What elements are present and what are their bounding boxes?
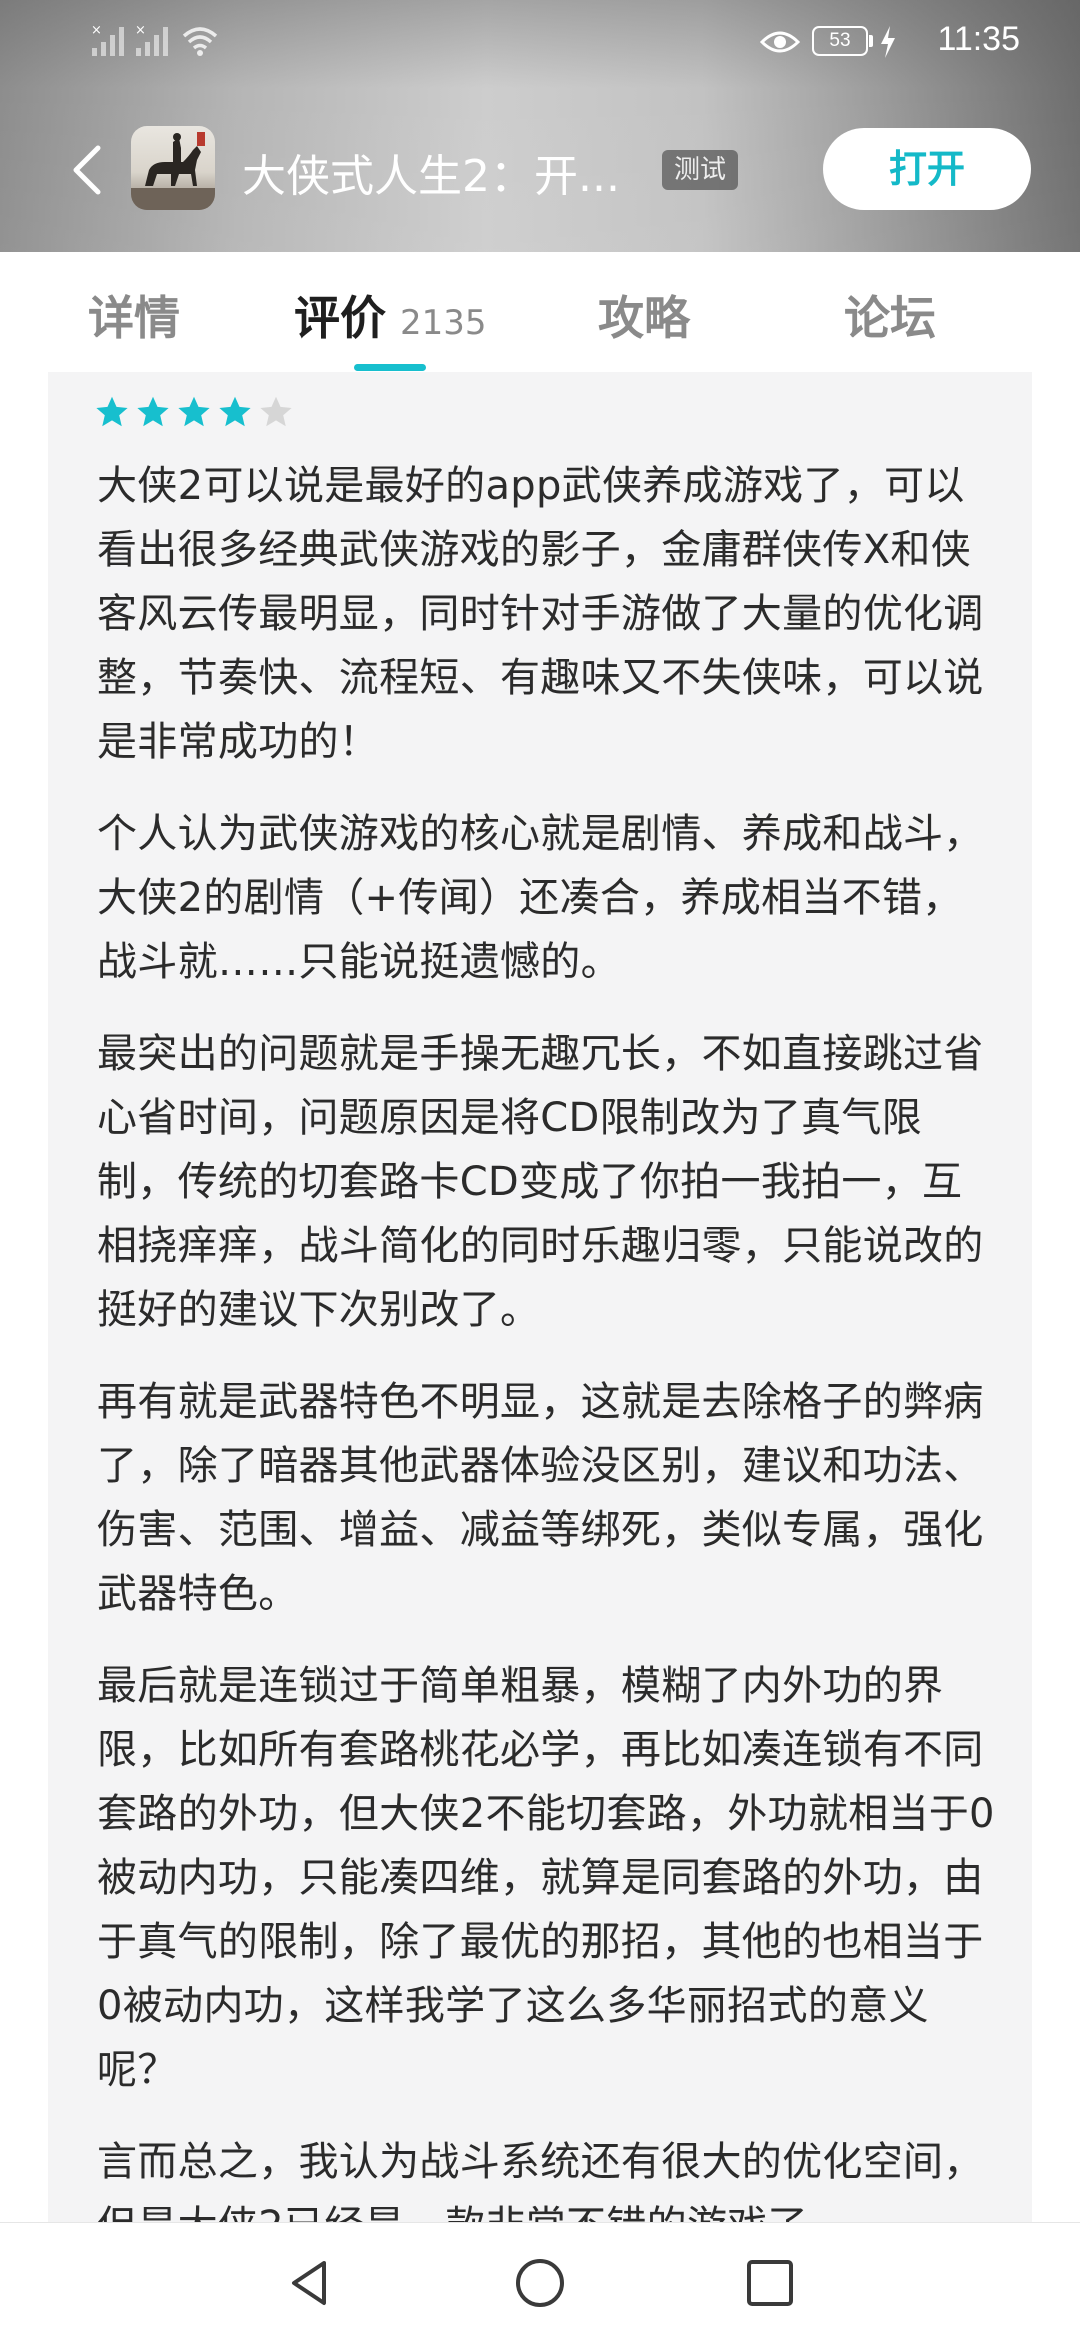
review-paragraph: 最突出的问题就是手操无趣冗长，不如直接跳过省心省时间，问题原因是将CD限制改为了…	[97, 1031, 984, 1333]
review-paragraph: 最后就是连锁过于简单粗暴，模糊了内外功的界限，比如所有套路桃花必学，再比如凑连锁…	[97, 1663, 995, 2093]
battery-level: 53	[829, 30, 851, 51]
tab-guides[interactable]: 攻略	[598, 282, 690, 348]
back-triangle-icon[interactable]	[284, 2257, 336, 2309]
app-icon[interactable]	[131, 126, 215, 210]
review-paragraph: 再有就是武器特色不明显，这就是去除格子的弊病了，除了暗器其他武器体验没区别，建议…	[97, 1379, 984, 1617]
tab-label: 详情	[88, 291, 180, 345]
active-tab-indicator	[354, 364, 426, 371]
horse-rider-icon	[131, 132, 215, 210]
star-filled-icon	[96, 396, 128, 427]
review-card[interactable]: 大侠2可以说是最好的app武侠养成游戏了，可以看出很多经典武侠游戏的影子，金庸群…	[48, 372, 1032, 2222]
tab-label: 论坛	[844, 291, 936, 345]
status-bar: × × 53 11:35	[0, 0, 1080, 86]
tab-label: 攻略	[598, 291, 690, 345]
clock: 11:35	[937, 20, 1020, 58]
app-header: × × 53 11:35 大侠式人生2：开... 测试 打开	[0, 0, 1080, 252]
signal-icon: ×	[91, 23, 124, 56]
app-title: 大侠式人生2：开...	[242, 151, 620, 200]
test-badge: 测试	[662, 150, 739, 190]
review-paragraph: 个人认为武侠游戏的核心就是剧情、养成和战斗，大侠2的剧情（+传闻）还凑合，养成相…	[97, 811, 984, 985]
review-body: 大侠2可以说是最好的app武侠养成游戏了，可以看出很多经典武侠游戏的影子，金庸群…	[97, 454, 997, 2222]
battery-icon: 53	[812, 26, 868, 56]
svg-text:×: ×	[135, 23, 146, 38]
home-circle-icon[interactable]	[514, 2257, 566, 2309]
star-filled-icon	[137, 396, 169, 427]
star-empty-icon	[260, 396, 292, 427]
review-count: 2135	[400, 303, 487, 343]
tab-label: 评价	[294, 291, 386, 345]
recents-square-icon[interactable]	[744, 2257, 796, 2309]
star-filled-icon	[178, 396, 210, 427]
battery-tip	[869, 35, 873, 47]
charging-icon	[881, 26, 895, 58]
system-nav-bar	[0, 2222, 1080, 2341]
wifi-icon	[182, 27, 218, 56]
star-filled-icon	[219, 396, 251, 427]
tab-forum[interactable]: 论坛	[844, 282, 936, 348]
review-paragraph: 大侠2可以说是最好的app武侠养成游戏了，可以看出很多经典武侠游戏的影子，金庸群…	[97, 463, 984, 765]
open-button[interactable]: 打开	[823, 128, 1031, 210]
tab-bar: 详情 评价 2135 攻略 论坛	[0, 252, 1080, 372]
tab-details[interactable]: 详情	[88, 282, 180, 348]
review-paragraph: 言而总之，我认为战斗系统还有很大的优化空间，但是大侠2已经是一款非常不错的游戏了…	[97, 2139, 984, 2222]
star-rating	[94, 394, 299, 430]
back-arrow-icon[interactable]	[60, 142, 116, 198]
signal-icon: ×	[135, 23, 168, 56]
tab-reviews[interactable]: 评价 2135	[294, 282, 487, 348]
eye-icon	[760, 31, 800, 53]
svg-text:×: ×	[91, 23, 102, 38]
